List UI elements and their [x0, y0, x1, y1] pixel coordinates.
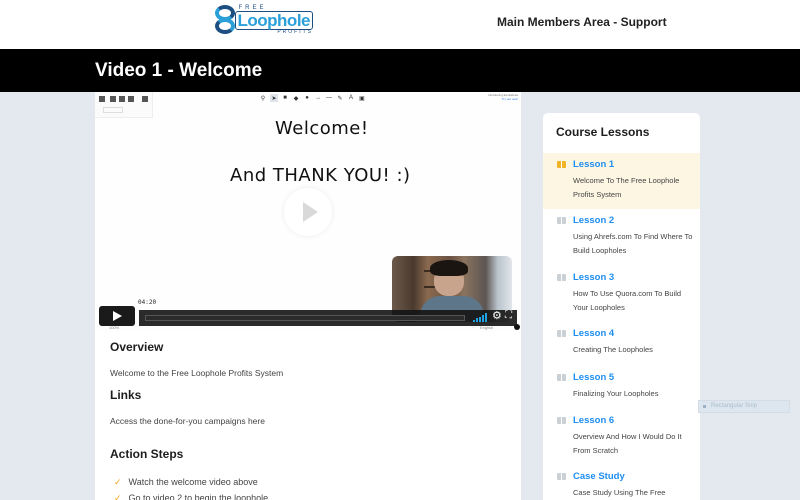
settings-gear-icon[interactable]: ⚙ — [492, 311, 502, 322]
action-step: ✓ Go to video 2 to begin the loophole — [114, 490, 268, 500]
circle-icon[interactable]: ● — [303, 94, 311, 102]
pencil-icon[interactable]: ✎ — [336, 94, 344, 102]
lesson-item[interactable]: Case Study Case Study Using The Free — [543, 465, 700, 500]
overview-heading: Overview — [110, 340, 164, 354]
top-header: FREE Loophole PROFITS Main Members Area … — [0, 0, 800, 49]
lesson-content-card: ⚲ ➤ ■ ◆ ● → — ✎ A ▣ Introducing Excalidr… — [95, 92, 521, 500]
action-step: ✓ Watch the welcome video above — [114, 476, 258, 488]
lesson-item[interactable]: Lesson 2 Using Ahrefs.com To Find Where T… — [543, 209, 700, 266]
video-controls: 04:20 ⚙ ⛶ — [99, 299, 517, 326]
lesson-description: Finalizing Your Loopholes — [573, 389, 659, 398]
whiteboard-text-thanks: And THANK YOU! :) — [230, 165, 411, 186]
lesson-description: Overview And How I Would Do It From Scra… — [573, 432, 682, 455]
folder-icon[interactable] — [110, 96, 116, 102]
action-steps-heading: Action Steps — [110, 447, 184, 461]
lesson-title[interactable]: Lesson 6 — [573, 415, 614, 426]
diamond-icon[interactable]: ◆ — [292, 94, 300, 102]
zoom-level: 100% — [109, 325, 120, 330]
overview-text: Welcome to the Free Loophole Profits Sys… — [110, 368, 284, 378]
snip-icon — [703, 405, 706, 408]
volume-icon[interactable] — [473, 313, 487, 322]
lesson-description: Creating The Loopholes — [573, 345, 653, 354]
users-icon[interactable] — [142, 96, 148, 102]
whiteboard-tools-toolbar: ⚲ ➤ ■ ◆ ● → — ✎ A ▣ — [259, 94, 366, 104]
play-button[interactable] — [99, 306, 135, 326]
links-text[interactable]: Access the done-for-you campaigns here — [110, 416, 265, 426]
lesson-title[interactable]: Lesson 4 — [573, 328, 614, 339]
page-title: Video 1 - Welcome — [95, 60, 263, 81]
check-icon: ✓ — [114, 492, 122, 500]
lesson-item[interactable]: Lesson 4 Creating The Loopholes — [543, 322, 700, 366]
links-heading: Links — [110, 388, 142, 402]
lock-icon[interactable]: ⚲ — [259, 94, 267, 102]
fullscreen-icon[interactable]: ⛶ — [505, 311, 512, 321]
book-icon — [557, 217, 566, 224]
lesson-item[interactable]: Lesson 3 How To Use Quora.com To Build Yo… — [543, 266, 700, 322]
lesson-title[interactable]: Lesson 2 — [573, 215, 614, 226]
lesson-description: Using Ahrefs.com To Find Where To Build … — [573, 232, 693, 255]
video-player[interactable]: ⚲ ➤ ■ ◆ ● → — ✎ A ▣ Introducing Excalidr… — [95, 92, 521, 332]
image-tool-icon[interactable]: ▣ — [358, 94, 366, 102]
lesson-title[interactable]: Lesson 1 — [573, 159, 614, 170]
whiteboard-footer: 100% English — [95, 324, 521, 332]
lesson-title[interactable]: Lesson 3 — [573, 272, 614, 283]
sidebar-title: Course Lessons — [556, 125, 650, 139]
book-icon — [557, 417, 566, 424]
export-icon[interactable] — [119, 96, 125, 102]
lesson-description: Welcome To The Free Loophole Profits Sys… — [573, 176, 680, 199]
lesson-description: How To Use Quora.com To Build Your Looph… — [573, 289, 682, 312]
nav-members-support-link[interactable]: Main Members Area - Support — [497, 15, 667, 29]
check-icon: ✓ — [114, 476, 122, 487]
book-icon — [557, 330, 566, 337]
logo-text-bottom: PROFITS — [277, 29, 313, 35]
whiteboard-text-welcome: Welcome! — [275, 118, 369, 139]
action-steps-list: ✓ Watch the welcome video above ✓ Go to vi… — [114, 474, 268, 500]
title-bar: Video 1 - Welcome — [0, 49, 800, 92]
lesson-item[interactable]: Lesson 6 Overview And How I Would Do It F… — [543, 409, 700, 465]
book-icon — [557, 274, 566, 281]
lesson-title[interactable]: Case Study — [573, 471, 625, 482]
text-icon[interactable]: A — [347, 94, 355, 102]
lesson-description: Case Study Using The Free — [573, 488, 666, 497]
site-logo[interactable]: FREE Loophole PROFITS — [213, 4, 313, 36]
image-icon[interactable] — [128, 96, 134, 102]
arrow-icon[interactable]: → — [314, 94, 322, 102]
lesson-item[interactable]: Lesson 5 Finalizing Your Loopholes — [543, 366, 700, 409]
rectangle-icon[interactable]: ■ — [281, 94, 289, 102]
line-icon[interactable]: — — [325, 94, 333, 102]
book-icon — [557, 161, 566, 168]
book-icon — [557, 473, 566, 480]
course-lessons-sidebar: Course Lessons Lesson 1 Welcome To The Fr… — [543, 113, 700, 500]
book-icon — [557, 374, 566, 381]
logo-icon — [213, 5, 235, 35]
pointer-icon[interactable]: ➤ — [270, 94, 278, 102]
lesson-item[interactable]: Lesson 1 Welcome To The Free Loophole Pro… — [543, 153, 700, 209]
language-select[interactable]: English — [480, 325, 493, 330]
whiteboard-status: Introducing Excalidraw Try out now! — [488, 93, 519, 101]
zoom-field[interactable] — [103, 107, 123, 113]
menu-icon[interactable] — [99, 96, 105, 102]
big-play-button[interactable] — [284, 188, 332, 236]
rectangular-snip-tooltip: Rectangular Snip — [698, 400, 790, 413]
whiteboard-menu-toolbar — [95, 92, 153, 118]
lesson-title[interactable]: Lesson 5 — [573, 372, 614, 383]
help-icon[interactable] — [514, 324, 520, 330]
progress-bar[interactable] — [145, 315, 465, 321]
timestamp: 04:20 — [137, 299, 158, 306]
logo-text-main: Loophole — [234, 11, 313, 30]
